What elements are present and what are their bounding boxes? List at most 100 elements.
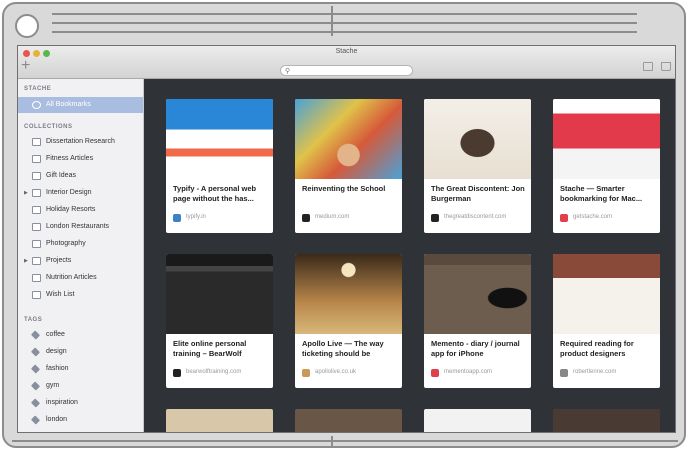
favicon-icon: [560, 369, 568, 377]
card-title: Memento - diary / journal app for iPhone: [431, 339, 520, 358]
sidebar-item-collection[interactable]: London Restaurants: [18, 219, 143, 235]
sidebar-item-label: Dissertation Research: [46, 138, 115, 145]
trash-icon[interactable]: [661, 62, 671, 71]
tag-icon: [30, 381, 41, 391]
bookmark-card-partial[interactable]: [295, 409, 402, 432]
bookmark-card[interactable]: Apollo Live — The way ticketing should b…: [295, 254, 402, 388]
sidebar-item-collection[interactable]: Fitness Articles: [18, 151, 143, 167]
bookmark-card-partial[interactable]: [424, 409, 531, 432]
tag-icon: [30, 330, 41, 340]
favicon-icon: [173, 214, 181, 222]
disclosure-arrow-icon[interactable]: ▶: [24, 185, 28, 201]
sidebar-item-collection[interactable]: Wish List: [18, 287, 143, 303]
sidebar-item-label: Photography: [46, 240, 86, 247]
sidebar-item-collection[interactable]: ▶ Interior Design: [18, 185, 143, 201]
favicon-icon: [560, 214, 568, 222]
card-domain: getstache.com: [573, 214, 613, 220]
sidebar-item-label: london: [46, 416, 68, 423]
sidebar-item-tag[interactable]: design: [18, 344, 143, 360]
thumbnail-image: [553, 254, 660, 334]
collection-icon: [32, 274, 41, 282]
folder-icon: [32, 189, 41, 197]
bookmark-grid: Typify - A personal web page without the…: [145, 79, 675, 432]
favicon-icon: [302, 214, 310, 222]
sidebar-item-tag[interactable]: coffee: [18, 327, 143, 343]
sidebar-item-tag[interactable]: london: [18, 412, 143, 428]
thumbnail-image: [424, 254, 531, 334]
thumbnail-image: [166, 99, 273, 179]
app-window: Stache + ⚲ STACHE All Bookmarks COLLECTI…: [17, 45, 676, 433]
tag-icon: [30, 415, 41, 425]
section-header-stache: STACHE: [24, 86, 52, 92]
collection-icon: [32, 291, 41, 299]
favicon-icon: [173, 369, 181, 377]
card-title: Apollo Live — The way ticketing should b…: [302, 339, 384, 358]
share-icon[interactable]: [643, 62, 653, 71]
search-input[interactable]: ⚲: [280, 65, 413, 76]
card-title: Typify - A personal web page without the…: [173, 184, 257, 203]
sidebar-item-label: Interior Design: [46, 189, 92, 196]
bookmark-card[interactable]: The Great Discontent: Jon Burgerman theg…: [424, 99, 531, 233]
sidebar-item-tag[interactable]: inspiration: [18, 395, 143, 411]
sidebar-item-all-bookmarks[interactable]: All Bookmarks: [18, 97, 143, 113]
frame-line: [331, 436, 333, 448]
collection-icon: [32, 155, 41, 163]
title-bar: Stache + ⚲: [18, 46, 675, 79]
thumbnail-image: [553, 99, 660, 179]
frame-line: [52, 31, 637, 33]
sidebar-item-label: gym: [46, 382, 60, 389]
folder-icon: [32, 257, 41, 265]
collection-icon: [32, 223, 41, 231]
window-title: Stache: [335, 48, 358, 55]
collection-icon: [32, 240, 41, 248]
thumbnail-image: [295, 99, 402, 179]
bookmark-card-partial[interactable]: [553, 409, 660, 432]
card-domain: bearwolftraining.com: [186, 369, 242, 375]
sidebar-item-collection[interactable]: Nutrition Articles: [18, 270, 143, 286]
add-bookmark-button[interactable]: +: [21, 58, 30, 74]
collection-icon: [32, 172, 41, 180]
tag-icon: [30, 398, 41, 408]
card-domain: typify.in: [186, 214, 206, 220]
bookmark-card[interactable]: Typify - A personal web page without the…: [166, 99, 273, 233]
sidebar-item-collection[interactable]: Dissertation Research: [18, 134, 143, 150]
tag-icon: [30, 364, 41, 374]
bookmark-card-partial[interactable]: [166, 409, 273, 432]
favicon-icon: [431, 214, 439, 222]
sidebar-item-label: design: [46, 348, 67, 355]
card-title: The Great Discontent: Jon Burgerman: [431, 184, 525, 203]
frame-line: [331, 6, 333, 36]
bookmark-card[interactable]: Elite online personal training – BearWol…: [166, 254, 273, 388]
sidebar-item-label: fashion: [46, 365, 69, 372]
sidebar-item-collection[interactable]: Holiday Resorts: [18, 202, 143, 218]
sidebar-item-collection[interactable]: ▶ Projects: [18, 253, 143, 269]
sidebar-item-label: Fitness Articles: [46, 155, 94, 162]
section-header-tags: TAGS: [24, 317, 43, 323]
sidebar-item-tag[interactable]: gym: [18, 378, 143, 394]
sidebar-item-label: Projects: [46, 257, 72, 264]
card-title: Required reading for product designers: [560, 339, 634, 358]
sidebar-item-label: inspiration: [46, 399, 78, 406]
sidebar-item-label: Wish List: [46, 291, 75, 298]
collection-icon: [32, 138, 41, 146]
sidebar-item-tag[interactable]: fashion: [18, 361, 143, 377]
frame-line: [52, 22, 637, 24]
disclosure-arrow-icon[interactable]: ▶: [24, 253, 28, 269]
sidebar-item-label: London Restaurants: [46, 223, 110, 230]
bookmark-card[interactable]: Stache — Smarter bookmarking for Mac... …: [553, 99, 660, 233]
sidebar-item-label: All Bookmarks: [46, 101, 91, 108]
bookmark-card[interactable]: Memento - diary / journal app for iPhone…: [424, 254, 531, 388]
bookmark-icon: [32, 101, 41, 109]
card-domain: mementoapp.com: [444, 369, 493, 375]
sidebar: STACHE All Bookmarks COLLECTIONS Dissert…: [18, 79, 144, 432]
card-title: Stache — Smarter bookmarking for Mac...: [560, 184, 643, 203]
sidebar-item-collection[interactable]: Gift Ideas: [18, 168, 143, 184]
thumbnail-image: [424, 99, 531, 179]
bookmark-card[interactable]: Required reading for product designers r…: [553, 254, 660, 388]
thumbnail-image: [295, 254, 402, 334]
sidebar-item-collection[interactable]: Photography: [18, 236, 143, 252]
card-domain: apollolive.co.uk: [315, 369, 357, 375]
bookmark-card[interactable]: Reinventing the School medium.com: [295, 99, 402, 233]
sidebar-item-label: Gift Ideas: [46, 172, 76, 179]
card-domain: thegreatdiscontent.com: [444, 214, 507, 220]
